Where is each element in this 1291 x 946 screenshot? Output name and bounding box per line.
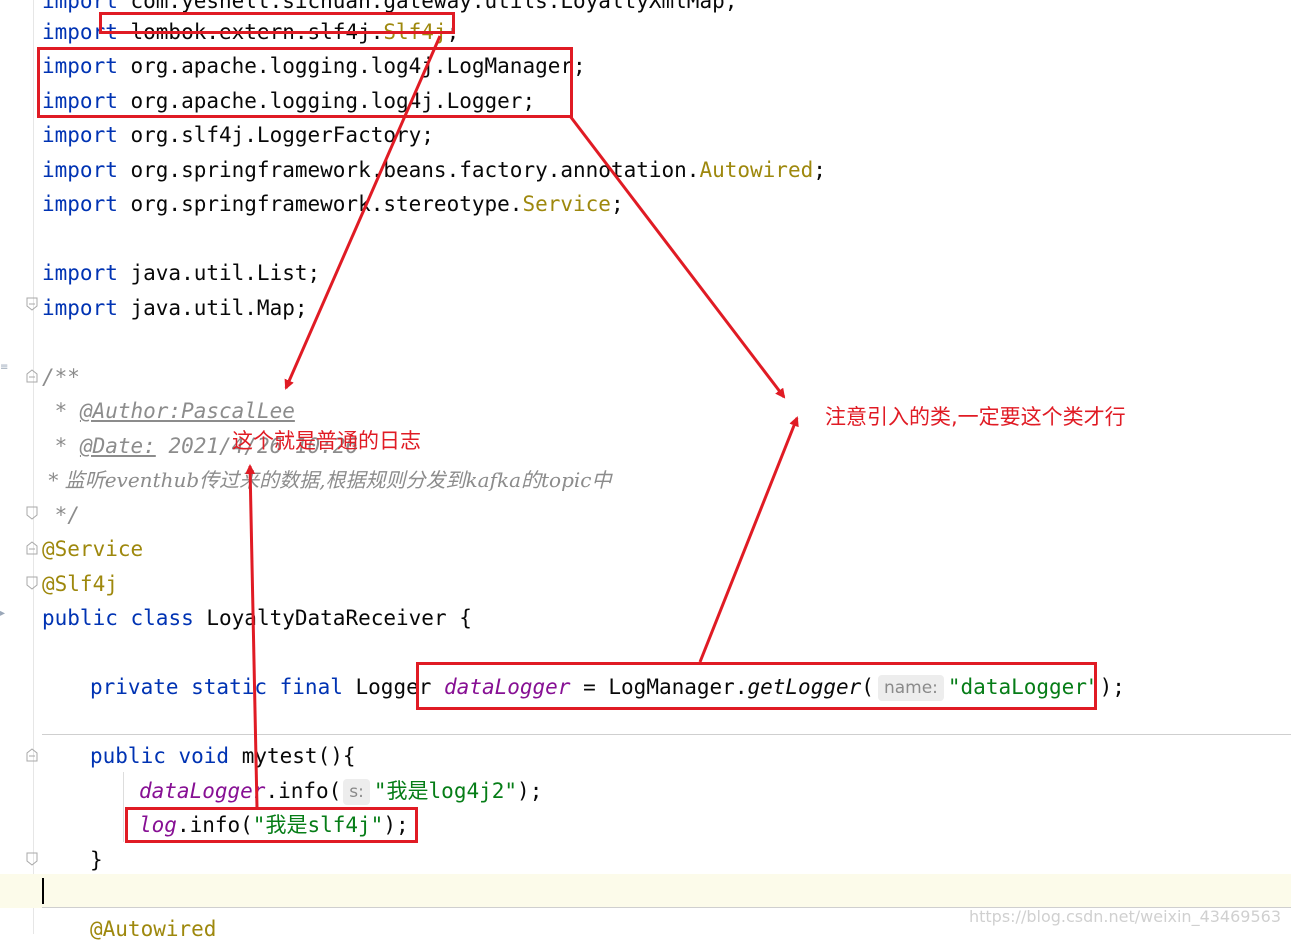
arrow-imports-to-note	[284, 35, 442, 390]
annotation-note-plain-log: 这个就是普通的日志	[232, 429, 421, 453]
watermark: https://blog.csdn.net/weixin_43469563	[968, 907, 1281, 926]
arrow-call-to-note1	[245, 464, 259, 809]
annotation-arrows	[245, 35, 799, 809]
arrow-field-to-note2	[698, 416, 799, 663]
arrow-imports-to-note2	[568, 115, 786, 399]
annotation-note-import-class: 注意引入的类,一定要这个类才行	[825, 405, 1126, 429]
